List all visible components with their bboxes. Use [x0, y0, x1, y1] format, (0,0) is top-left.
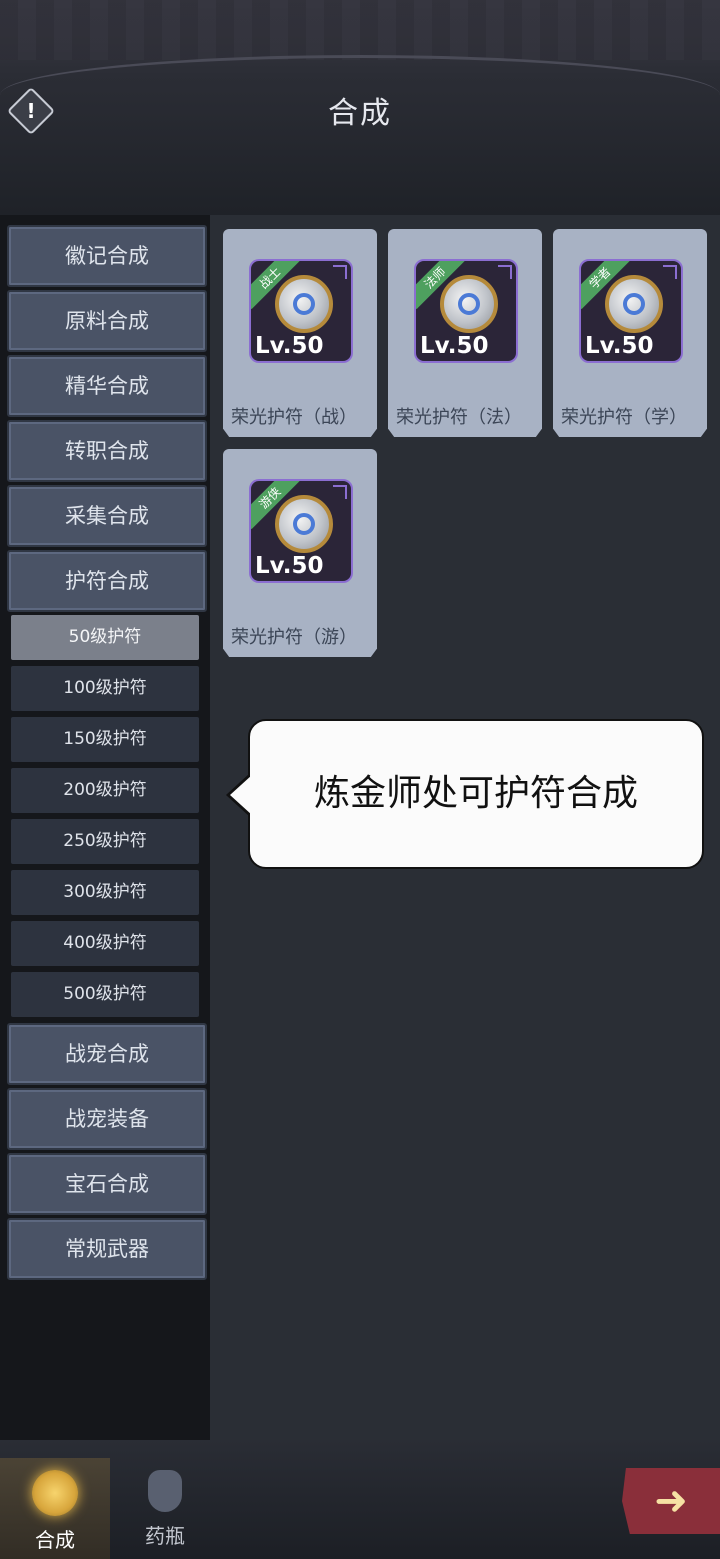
medal-icon [275, 275, 333, 333]
submenu-item-400[interactable]: 400级护符 [11, 921, 199, 966]
item-level: Lv.50 [255, 553, 324, 579]
medal-icon [275, 495, 333, 553]
item-card[interactable]: 学者 Lv.50 荣光护符（学） [553, 229, 707, 437]
submenu-item-150[interactable]: 150级护符 [11, 717, 199, 762]
amulet-icon: 战士 Lv.50 [249, 259, 353, 363]
menu-item-amulet[interactable]: 护符合成 [7, 550, 207, 612]
menu-item-pet-synthesis[interactable]: 战宠合成 [7, 1023, 207, 1085]
item-name: 荣光护符（学） [561, 407, 687, 428]
submenu-item-300[interactable]: 300级护符 [11, 870, 199, 915]
corner-icon [663, 265, 677, 279]
menu-item-pet-equipment[interactable]: 战宠装备 [7, 1088, 207, 1150]
tab-potion[interactable]: 药瓶 [110, 1458, 220, 1559]
menu-item-material[interactable]: 原料合成 [7, 290, 207, 352]
submenu-item-200[interactable]: 200级护符 [11, 768, 199, 813]
arrow-right-icon: ➜ [654, 1478, 688, 1524]
menu-item-weapon[interactable]: 常规武器 [7, 1218, 207, 1280]
menu-item-emblem[interactable]: 徽记合成 [7, 225, 207, 287]
corner-icon [498, 265, 512, 279]
header-ornament [0, 0, 720, 60]
tab-synthesis[interactable]: 合成 [0, 1458, 110, 1559]
sidebar: 徽记合成 原料合成 精华合成 转职合成 采集合成 护符合成 50级护符 100级… [0, 215, 210, 1440]
submenu-item-100[interactable]: 100级护符 [11, 666, 199, 711]
menu-item-gather[interactable]: 采集合成 [7, 485, 207, 547]
item-name: 荣光护符（战） [231, 407, 357, 428]
medal-icon [605, 275, 663, 333]
tooltip-bubble: 炼金师处可护符合成 [226, 719, 704, 869]
corner-icon [333, 485, 347, 499]
tab-label: 药瓶 [145, 1524, 185, 1548]
header: ! 合成 [0, 0, 720, 215]
submenu-item-500[interactable]: 500级护符 [11, 972, 199, 1017]
medal-icon [440, 275, 498, 333]
tab-label: 合成 [35, 1528, 75, 1552]
submenu-item-250[interactable]: 250级护符 [11, 819, 199, 864]
amulet-icon: 游侠 Lv.50 [249, 479, 353, 583]
synthesis-icon [32, 1470, 78, 1516]
amulet-icon: 学者 Lv.50 [579, 259, 683, 363]
amulet-icon: 法师 Lv.50 [414, 259, 518, 363]
potion-icon [148, 1470, 182, 1512]
tooltip-text: 炼金师处可护符合成 [313, 773, 638, 814]
item-level: Lv.50 [420, 333, 489, 359]
menu-item-essence[interactable]: 精华合成 [7, 355, 207, 417]
item-level: Lv.50 [585, 333, 654, 359]
next-button[interactable]: ➜ [622, 1468, 720, 1534]
item-card[interactable]: 战士 Lv.50 荣光护符（战） [223, 229, 377, 437]
page-title: 合成 [328, 96, 392, 131]
item-name: 荣光护符（游） [231, 627, 357, 648]
menu-item-gem[interactable]: 宝石合成 [7, 1153, 207, 1215]
corner-icon [333, 265, 347, 279]
item-card[interactable]: 法师 Lv.50 荣光护符（法） [388, 229, 542, 437]
item-level: Lv.50 [255, 333, 324, 359]
menu-item-job-change[interactable]: 转职合成 [7, 420, 207, 482]
submenu-item-50[interactable]: 50级护符 [11, 615, 199, 660]
item-card[interactable]: 游侠 Lv.50 荣光护符（游） [223, 449, 377, 657]
item-name: 荣光护符（法） [396, 407, 522, 428]
